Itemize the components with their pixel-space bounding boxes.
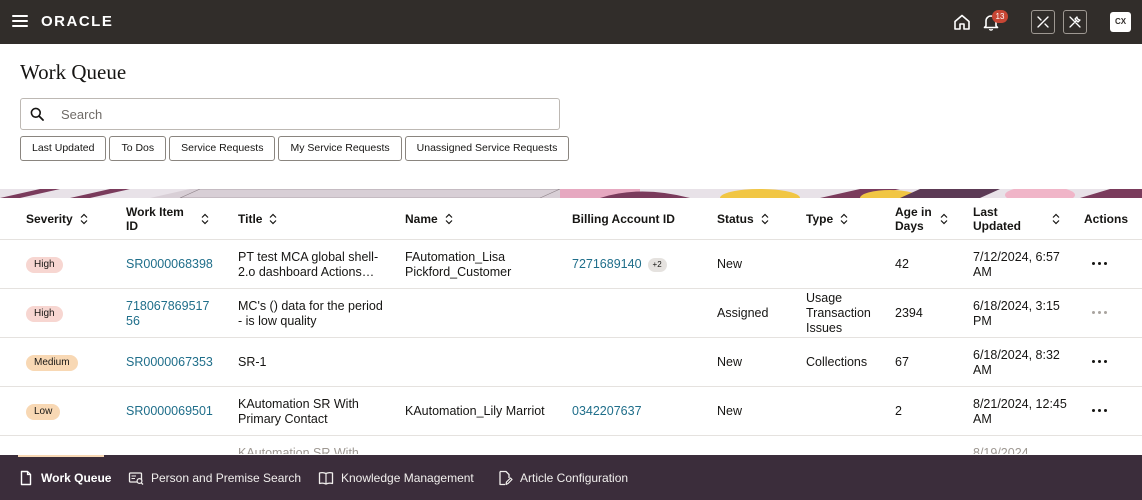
search-box[interactable] [20, 98, 560, 130]
status-text: New [717, 404, 743, 418]
more-horizontal-icon[interactable] [1092, 409, 1108, 413]
nav-work-queue[interactable]: Work Queue [18, 455, 111, 500]
sort-icon[interactable] [940, 213, 948, 225]
last-updated-text: 6/18/2024, 3:15 PM [973, 298, 1060, 328]
title-text: PT test MCA global shell-2.o dashboard A… [238, 249, 379, 279]
tools-icon [1037, 16, 1049, 28]
severity-badge: High [26, 305, 63, 322]
severity-badge: High [26, 256, 63, 273]
more-horizontal-icon[interactable] [1092, 360, 1108, 364]
last-updated-text: 6/18/2024, 8:32 AM [973, 347, 1060, 377]
wrench-button[interactable] [1063, 10, 1087, 34]
filter-my-service-requests[interactable]: My Service Requests [278, 136, 402, 161]
column-last-updated[interactable]: Last Updated [973, 198, 1060, 240]
global-header: ORACLE 13 CX [0, 0, 1142, 44]
work-item-id-link[interactable]: 71806786951756 [126, 299, 214, 329]
column-actions: Actions [1084, 212, 1129, 226]
oracle-logo[interactable]: ORACLE [41, 13, 113, 30]
notification-badge: 13 [992, 10, 1008, 23]
column-work-item-id[interactable]: Work Item ID [126, 198, 212, 240]
user-avatar[interactable]: CX [1110, 12, 1131, 32]
status-text: Assigned [717, 306, 769, 320]
table-row[interactable]: High 71806786951756 MC's () data for the… [0, 289, 1142, 338]
column-type[interactable]: Type [806, 198, 848, 240]
title-text: KAutomation SR With [238, 446, 359, 454]
page-title: Work Queue [20, 60, 127, 84]
age-text: 42 [895, 257, 909, 271]
age-text: 2 [895, 404, 902, 418]
decorative-banner [0, 189, 1142, 198]
home-icon[interactable] [952, 12, 972, 32]
column-age-in-days[interactable]: Age in Days [895, 198, 948, 240]
sort-icon[interactable] [201, 213, 209, 225]
document-edit-icon [499, 470, 513, 485]
name-text: FAutomation_Lisa Pickford_Customer [405, 249, 512, 279]
nav-article-configuration[interactable]: Article Configuration [497, 455, 628, 500]
work-item-id-link[interactable]: SR0000069501 [126, 404, 213, 419]
nav-knowledge-management[interactable]: Knowledge Management [318, 455, 474, 500]
wrench-icon [1069, 16, 1081, 28]
table-row[interactable]: Low SR0000069501 KAutomation SR With Pri… [0, 387, 1142, 436]
title-text: SR-1 [238, 355, 267, 369]
column-billing-account-id[interactable]: Billing Account ID [572, 198, 675, 240]
sort-icon[interactable] [761, 213, 769, 225]
name-text: KAutomation_Lily Marriot [405, 404, 545, 418]
book-icon [318, 471, 334, 485]
status-text: New [717, 355, 743, 369]
bottom-navigation: Work Queue Person and Premise Search Kno… [0, 455, 1142, 500]
type-text: Collections [806, 355, 868, 369]
sort-icon[interactable] [80, 213, 88, 225]
table-row[interactable]: Medium SR0000067353 SR-1 New Collections… [0, 338, 1142, 387]
id-card-search-icon [128, 471, 144, 485]
type-text: Usage Transaction Issues [806, 291, 871, 335]
filter-service-requests[interactable]: Service Requests [169, 136, 276, 161]
filter-last-updated[interactable]: Last Updated [20, 136, 107, 161]
table-header: Severity Work Item ID Title Name Billing… [0, 198, 1142, 240]
filter-unassigned-service-requests[interactable]: Unassigned Service Requests [404, 136, 570, 161]
table-row[interactable]: KAutomation SR With 8/19/2024 [0, 436, 1142, 454]
search-icon [30, 107, 44, 121]
sort-icon[interactable] [1052, 213, 1060, 225]
more-horizontal-icon[interactable] [1092, 311, 1108, 315]
column-name[interactable]: Name [405, 198, 453, 240]
column-severity[interactable]: Severity [26, 198, 88, 240]
severity-badge: Low [26, 403, 61, 420]
tools-button[interactable] [1031, 10, 1055, 34]
search-input[interactable] [61, 99, 551, 129]
status-text: New [717, 257, 743, 271]
age-text: 67 [895, 355, 909, 369]
last-updated-text: 7/12/2024, 6:57 AM [973, 249, 1060, 279]
work-item-id-link[interactable]: SR0000067353 [126, 355, 213, 370]
more-horizontal-icon[interactable] [1092, 262, 1108, 266]
sort-icon[interactable] [445, 213, 453, 225]
title-text: KAutomation SR With Primary Contact [238, 396, 359, 426]
sort-icon[interactable] [840, 213, 848, 225]
column-status[interactable]: Status [717, 198, 769, 240]
title-text: MC's () data for the period - is low qua… [238, 298, 383, 328]
hamburger-icon[interactable] [12, 14, 28, 28]
more-accounts-badge[interactable]: +2 [647, 257, 667, 272]
age-text: 2394 [895, 306, 923, 320]
filter-chips: Last Updated To Dos Service Requests My … [20, 136, 570, 161]
filter-to-dos[interactable]: To Dos [109, 136, 167, 161]
last-updated-text: 8/21/2024, 12:45 AM [973, 396, 1067, 426]
table-row[interactable]: High SR0000068398 PT test MCA global she… [0, 240, 1142, 289]
sort-icon[interactable] [269, 213, 277, 225]
active-nav-indicator [18, 455, 104, 457]
billing-account-link[interactable]: 7271689140 [572, 257, 642, 272]
severity-badge: Medium [26, 354, 78, 371]
document-icon [20, 470, 32, 485]
column-title[interactable]: Title [238, 198, 277, 240]
nav-person-premise-search[interactable]: Person and Premise Search [128, 455, 301, 500]
last-updated-text: 8/19/2024 [973, 446, 1029, 454]
work-item-id-link[interactable]: SR0000068398 [126, 257, 213, 272]
billing-account-link[interactable]: 0342207637 [572, 404, 642, 419]
